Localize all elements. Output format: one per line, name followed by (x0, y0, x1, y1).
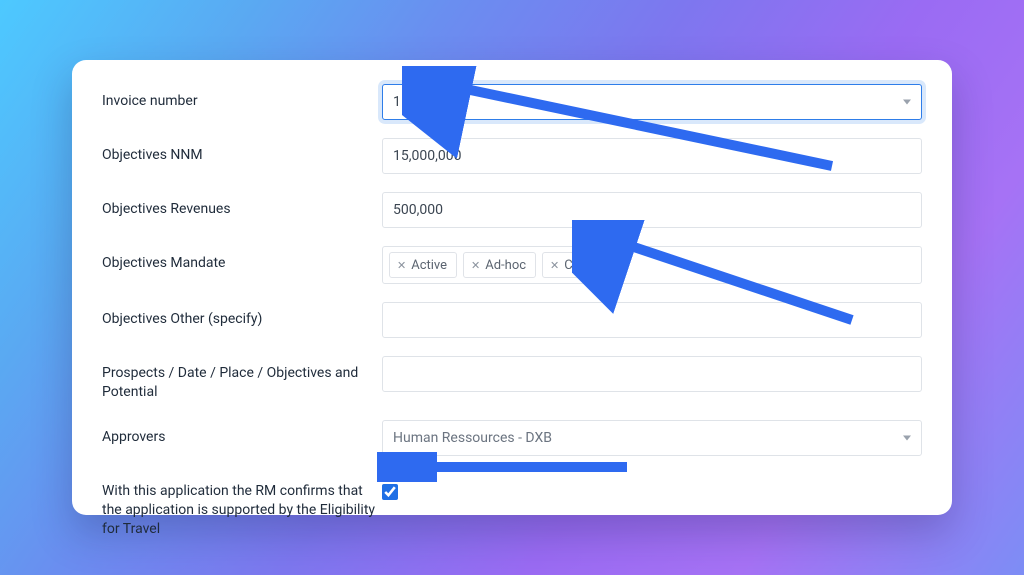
invoice-number-select[interactable]: 1121 (382, 84, 922, 120)
row-objectives-other: Objectives Other (specify) (102, 302, 922, 338)
objectives-nnm-input[interactable]: 15,000,000 (382, 138, 922, 174)
row-objectives-nnm: Objectives NNM 15,000,000 (102, 138, 922, 174)
objectives-mandate-tags[interactable]: ✕ Active ✕ Ad-hoc ✕ Classic (382, 246, 922, 284)
row-objectives-mandate: Objectives Mandate ✕ Active ✕ Ad-hoc ✕ Classi… (102, 246, 922, 284)
row-confirmation: With this application the RM confirms th… (102, 474, 922, 539)
invoice-number-value: 1121 (393, 94, 424, 110)
close-icon[interactable]: ✕ (397, 260, 406, 271)
row-approvers: Approvers Human Ressources - DXB (102, 420, 922, 456)
approvers-select[interactable]: Human Ressources - DXB (382, 420, 922, 456)
row-objectives-revenues: Objectives Revenues 500,000 (102, 192, 922, 228)
confirmation-checkbox[interactable] (382, 484, 398, 500)
form-card: Invoice number 1121 Objectives NNM 15,00… (72, 60, 952, 515)
objectives-other-input[interactable] (382, 302, 922, 338)
label-objectives-other: Objectives Other (specify) (102, 302, 382, 329)
label-confirmation: With this application the RM confirms th… (102, 474, 382, 539)
row-prospects: Prospects / Date / Place / Objectives an… (102, 356, 922, 402)
label-invoice-number: Invoice number (102, 84, 382, 111)
label-objectives-revenues: Objectives Revenues (102, 192, 382, 219)
row-invoice-number: Invoice number 1121 (102, 84, 922, 120)
mandate-tag-label: Ad-hoc (485, 258, 526, 273)
mandate-tag[interactable]: ✕ Classic (542, 252, 616, 278)
mandate-tag-label: Classic (564, 258, 606, 273)
prospects-input[interactable] (382, 356, 922, 392)
mandate-tag[interactable]: ✕ Active (389, 252, 457, 278)
chevron-down-icon (903, 100, 911, 105)
objectives-nnm-value: 15,000,000 (393, 148, 461, 164)
close-icon[interactable]: ✕ (471, 260, 480, 271)
objectives-revenues-input[interactable]: 500,000 (382, 192, 922, 228)
mandate-tag-label: Active (411, 258, 447, 273)
approvers-value: Human Ressources - DXB (393, 430, 552, 446)
close-icon[interactable]: ✕ (550, 260, 559, 271)
objectives-revenues-value: 500,000 (393, 202, 443, 218)
mandate-tag[interactable]: ✕ Ad-hoc (463, 252, 536, 278)
label-prospects: Prospects / Date / Place / Objectives an… (102, 356, 382, 402)
label-objectives-nnm: Objectives NNM (102, 138, 382, 165)
label-objectives-mandate: Objectives Mandate (102, 246, 382, 273)
label-approvers: Approvers (102, 420, 382, 447)
chevron-down-icon (903, 435, 911, 440)
